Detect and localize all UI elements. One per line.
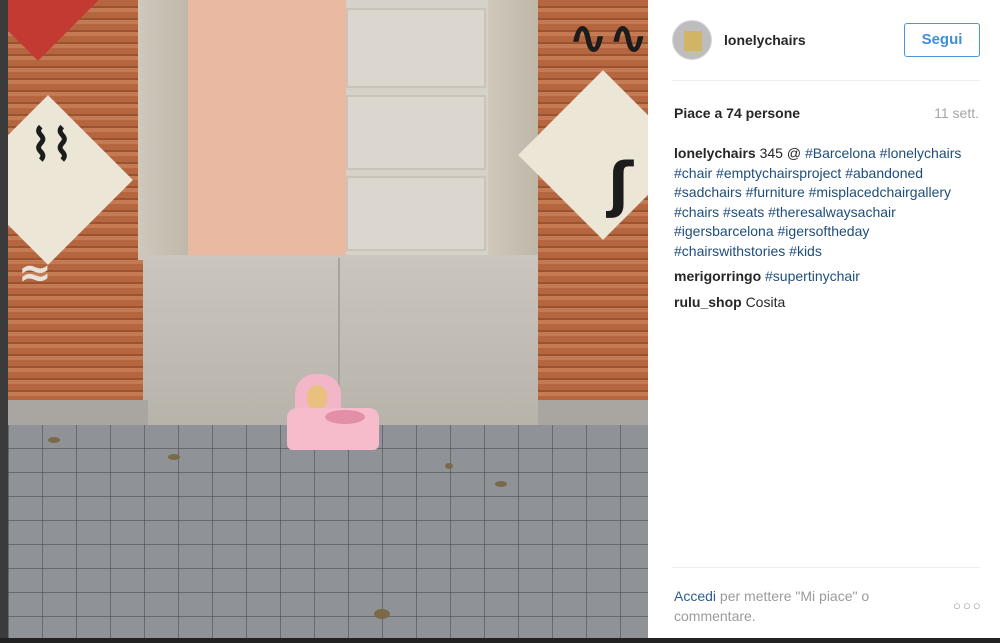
hashtag[interactable]: #theresalwaysachair bbox=[768, 204, 896, 220]
hashtag[interactable]: #chairswithstories bbox=[674, 243, 785, 259]
login-prompt: Accedi per mettere "Mi piace" o commenta… bbox=[674, 586, 914, 626]
hashtag[interactable]: #kids bbox=[789, 243, 822, 259]
comment-item: rulu_shop Cosita bbox=[674, 293, 974, 313]
fallen-leaf bbox=[168, 454, 180, 460]
shutter-ledge-right bbox=[538, 400, 648, 427]
comment-hashtag[interactable]: #supertinychair bbox=[765, 268, 860, 284]
post-photo[interactable]: ⌇⌇ ≈ ∿∿ ʃ bbox=[8, 0, 648, 643]
potty-chair-decoration bbox=[307, 385, 327, 409]
fallen-leaf bbox=[374, 609, 390, 619]
fallen-leaf bbox=[445, 463, 453, 469]
hashtag[interactable]: #seats bbox=[723, 204, 764, 220]
graffiti-scribble: ∿∿ bbox=[568, 10, 648, 66]
fallen-leaf bbox=[48, 437, 60, 443]
wall-panel bbox=[346, 176, 486, 251]
hashtag[interactable]: #chair bbox=[674, 165, 712, 181]
hashtag[interactable]: #igersoftheday bbox=[778, 223, 870, 239]
hashtag[interactable]: #Barcelona bbox=[805, 145, 876, 161]
pavement bbox=[8, 425, 648, 643]
post-author-username[interactable]: lonelychairs bbox=[724, 32, 806, 48]
graffiti-tag-white: ≈ bbox=[18, 250, 52, 296]
right-pillar bbox=[488, 0, 538, 260]
footer-divider bbox=[672, 567, 980, 568]
hashtag[interactable]: #sadchairs bbox=[674, 184, 742, 200]
comment-username[interactable]: rulu_shop bbox=[674, 294, 742, 310]
caption-text: 345 @ bbox=[759, 145, 802, 161]
hashtag[interactable]: #lonelychairs bbox=[880, 145, 962, 161]
wall-panel bbox=[346, 8, 486, 88]
hashtag[interactable]: #abandoned bbox=[845, 165, 923, 181]
hashtag[interactable]: #furniture bbox=[746, 184, 805, 200]
comment-text: Cosita bbox=[745, 293, 786, 310]
post-sidebar bbox=[648, 0, 1000, 643]
shutter-ledge-left bbox=[8, 400, 148, 427]
wall-panel bbox=[346, 95, 486, 170]
fallen-leaf bbox=[495, 481, 507, 487]
ellipsis-icon[interactable]: ○○○ bbox=[953, 598, 983, 613]
graffiti-tag: ⌇⌇ bbox=[30, 120, 73, 171]
hashtag[interactable]: #igersbarcelona bbox=[674, 223, 774, 239]
comment-item: merigorringo #supertinychair bbox=[674, 267, 974, 287]
likes-count[interactable]: Piace a 74 persone bbox=[674, 105, 800, 121]
profile-avatar[interactable] bbox=[672, 20, 712, 60]
avatar-chair-image bbox=[684, 31, 702, 51]
hashtag[interactable]: #misplacedchairgallery bbox=[809, 184, 951, 200]
comment-username[interactable]: merigorringo bbox=[674, 268, 761, 284]
follow-button[interactable]: Segui bbox=[904, 23, 980, 57]
window-bottom-edge bbox=[0, 638, 1000, 643]
hashtag[interactable]: #chairs bbox=[674, 204, 719, 220]
potty-chair-bowl bbox=[325, 410, 365, 424]
login-link[interactable]: Accedi bbox=[674, 588, 716, 604]
left-pillar bbox=[138, 0, 192, 260]
window-edge bbox=[0, 0, 8, 643]
post-timestamp[interactable]: 11 sett. bbox=[934, 105, 979, 121]
graffiti-curve: ʃ bbox=[608, 150, 633, 220]
pink-wall bbox=[188, 0, 348, 260]
comments-list: lonelychairs 345 @ #Barcelona #lonelycha… bbox=[674, 144, 974, 318]
caption-username[interactable]: lonelychairs bbox=[674, 145, 756, 161]
hashtag[interactable]: #emptychairsproject bbox=[716, 165, 841, 181]
header-divider bbox=[672, 80, 980, 81]
caption: lonelychairs 345 @ #Barcelona #lonelycha… bbox=[674, 144, 974, 261]
